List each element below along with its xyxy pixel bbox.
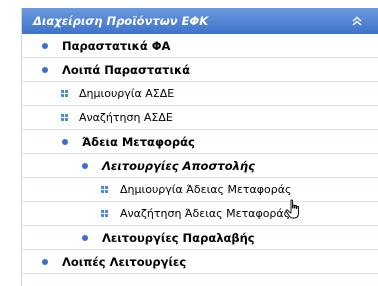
bullet-icon (42, 259, 48, 265)
bullet-icon (42, 43, 48, 49)
menu-item-label: Παραστατικά ΦΑ (62, 39, 171, 53)
menu-item-label: Δημιουργία Άδειας Μεταφοράς (120, 183, 292, 196)
bullet-icon (82, 163, 88, 169)
side-menu-panel: Διαχείριση Προϊόντων ΕΦΚ Παραστατικά ΦΑ … (21, 8, 378, 286)
menu-item-label: Άδεια Μεταφοράς (82, 135, 195, 149)
menu-item-label: Λοιπά Παραστατικά (62, 63, 191, 77)
menu-item-parastatika-fa[interactable]: Παραστατικά ΦΑ (22, 34, 378, 58)
panel-title: Διαχείριση Προϊόντων ΕΦΚ (33, 14, 209, 28)
menu-item-label: Λοιπές Λειτουργίες (62, 255, 187, 269)
menu-item-label: Δημιουργία ΑΣΔΕ (79, 87, 175, 100)
menu-item-leitourgies-apostolis[interactable]: Λειτουργίες Αποστολής (22, 154, 378, 178)
menu-item-dimiourgia-adeias-metaforas[interactable]: Δημιουργία Άδειας Μεταφοράς (22, 178, 378, 202)
square-bullet-icon (61, 90, 68, 97)
bullet-icon (42, 67, 48, 73)
menu-item-label: Αναζήτηση ΑΣΔΕ (79, 111, 173, 124)
menu-item-dimiourgia-asde[interactable]: Δημιουργία ΑΣΔΕ (22, 82, 378, 106)
square-bullet-icon (101, 186, 108, 193)
menu-item-loipes-leitourgies[interactable]: Λοιπές Λειτουργίες (22, 250, 378, 274)
menu-item-leitourgies-paralavis[interactable]: Λειτουργίες Παραλαβής (22, 226, 378, 250)
menu-item-adeia-metaforas[interactable]: Άδεια Μεταφοράς (22, 130, 378, 154)
square-bullet-icon (61, 114, 68, 121)
menu-item-loipa-parastatika[interactable]: Λοιπά Παραστατικά (22, 58, 378, 82)
double-chevron-up-icon[interactable] (349, 13, 365, 29)
menu-item-label: Λειτουργίες Αποστολής (102, 159, 255, 173)
menu-item-label: Λειτουργίες Παραλαβής (102, 231, 255, 245)
bullet-icon (82, 235, 88, 241)
panel-header[interactable]: Διαχείριση Προϊόντων ΕΦΚ (22, 8, 378, 34)
menu-item-label: Αναζήτηση Άδειας Μεταφοράς (120, 207, 291, 220)
hand-pointer-icon (285, 199, 299, 219)
menu-item-anazitisi-asde[interactable]: Αναζήτηση ΑΣΔΕ (22, 106, 378, 130)
menu-item-anazitisi-adeias-metaforas[interactable]: Αναζήτηση Άδειας Μεταφοράς (22, 202, 378, 226)
square-bullet-icon (101, 210, 108, 217)
bullet-icon (62, 139, 68, 145)
menu-tree: Παραστατικά ΦΑ Λοιπά Παραστατικά Δημιουρ… (22, 34, 378, 274)
